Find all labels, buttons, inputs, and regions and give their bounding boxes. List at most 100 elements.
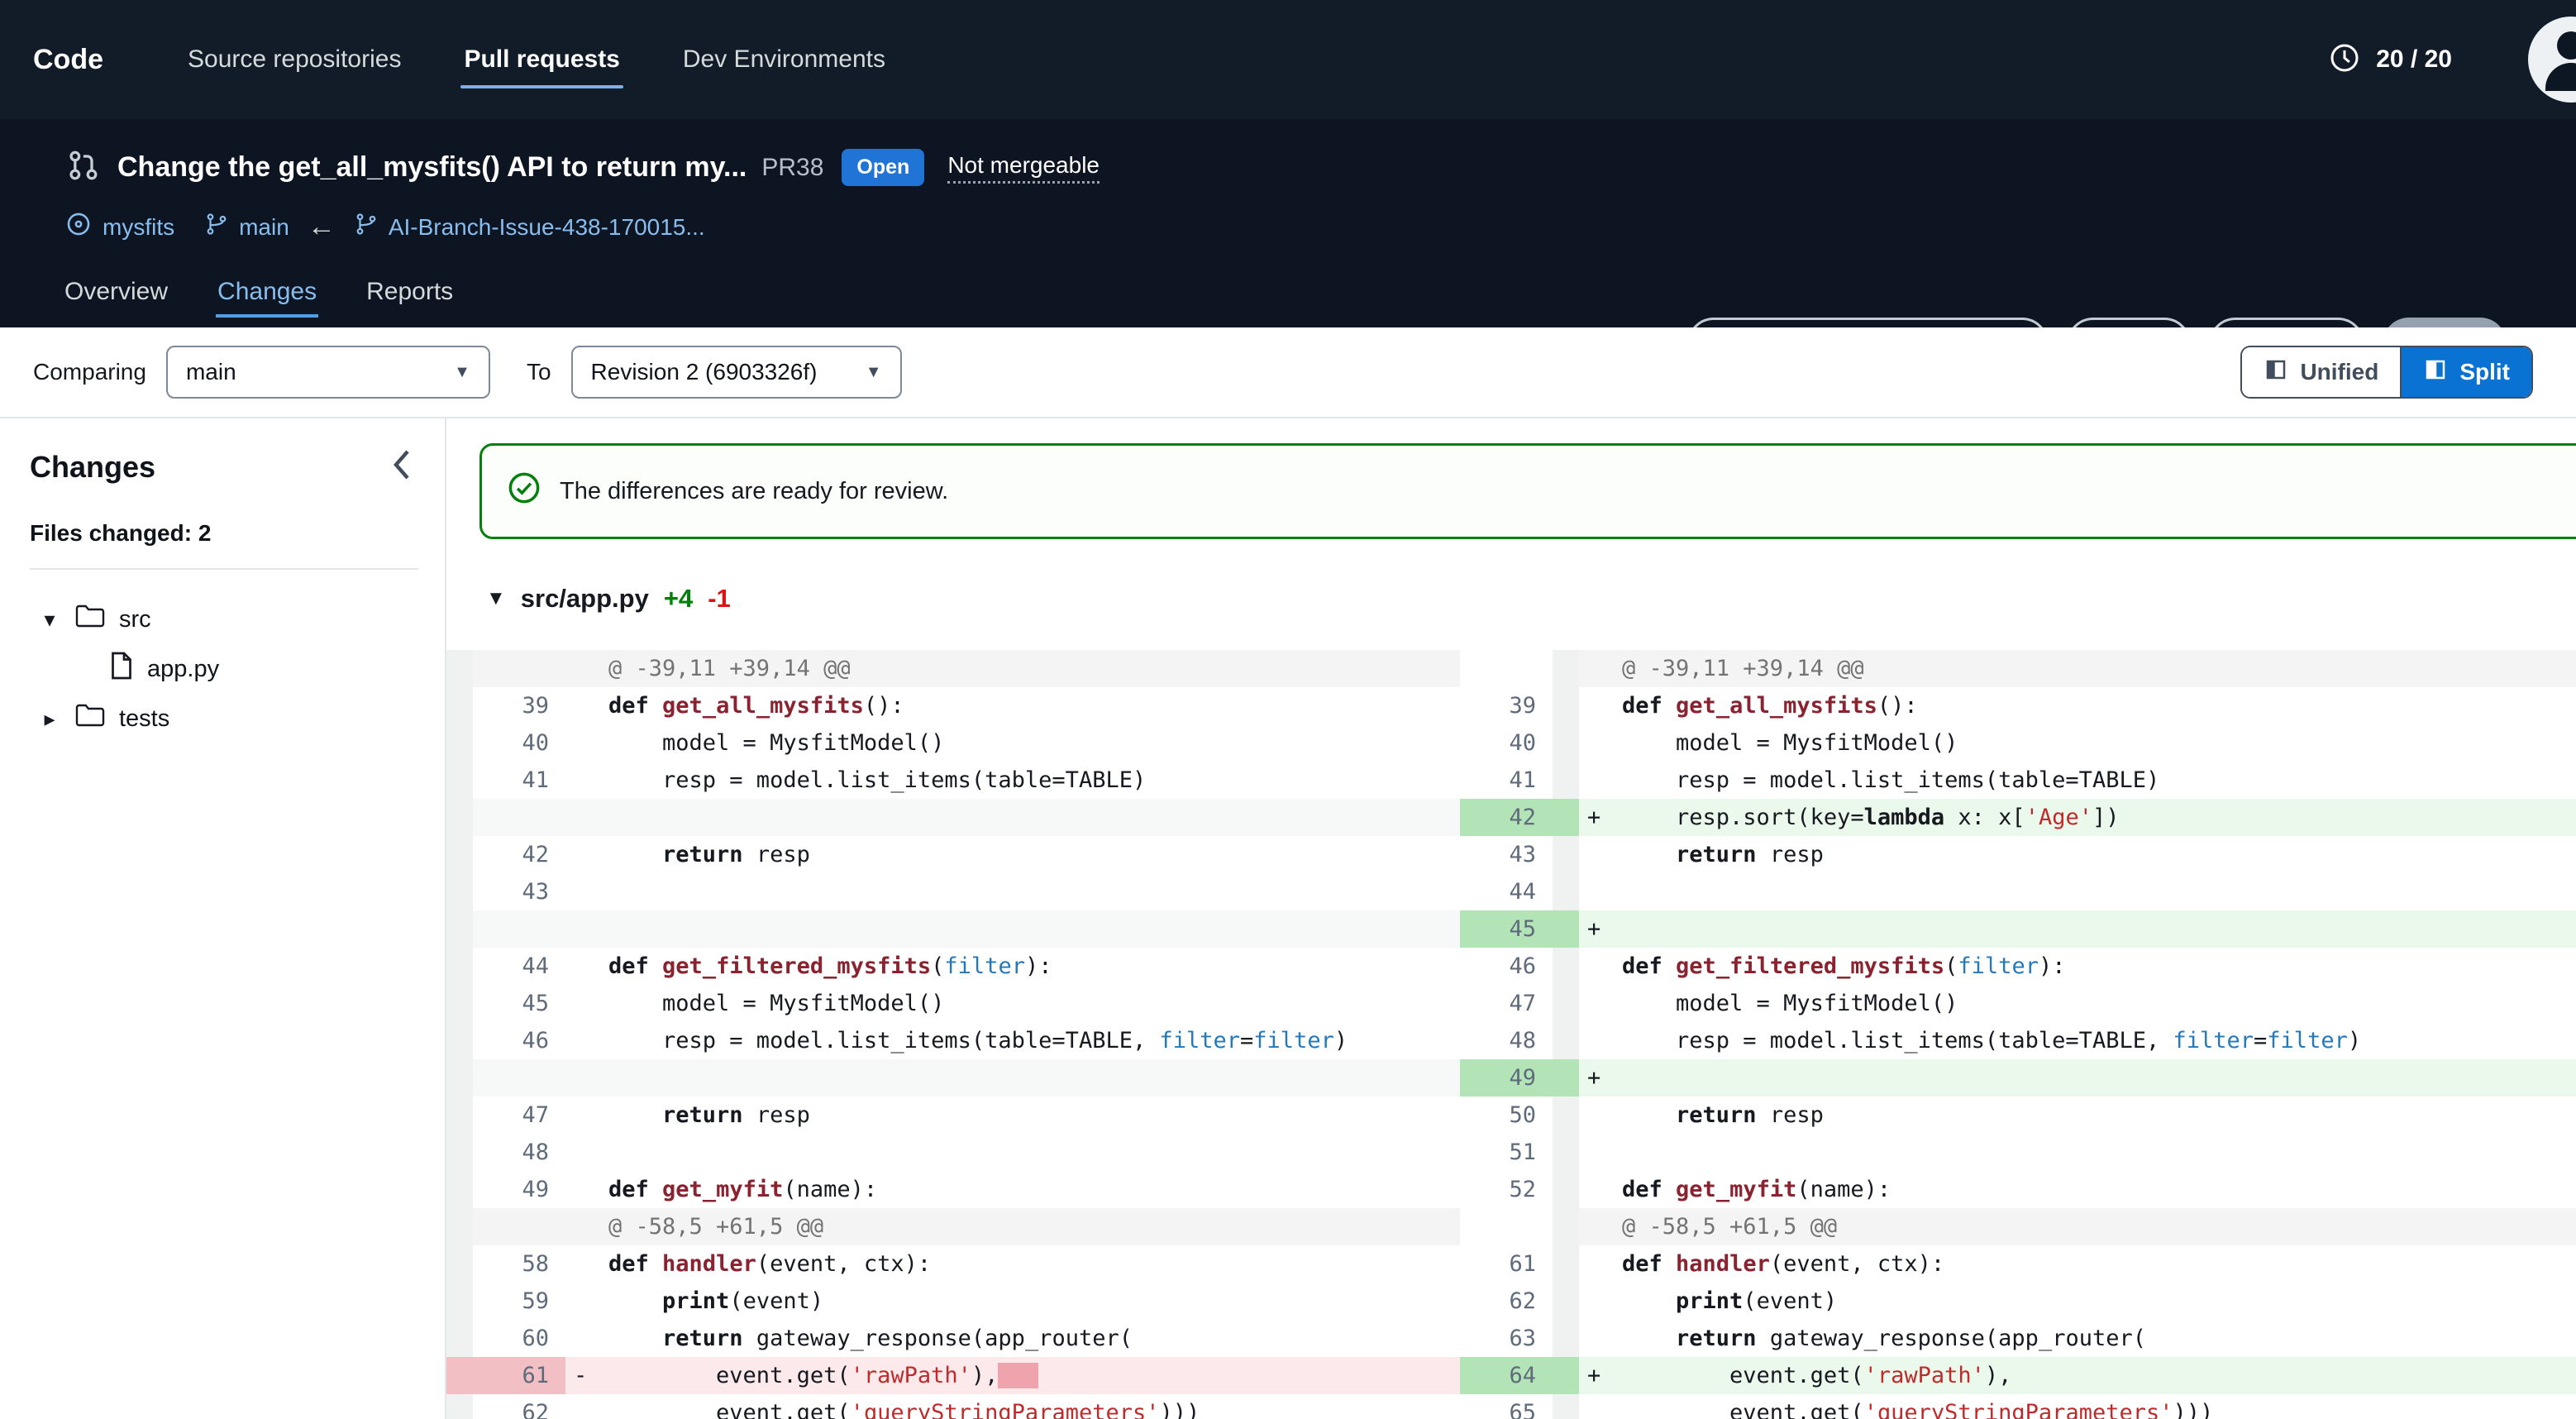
comment-gutter[interactable] — [446, 1394, 473, 1419]
comment-gutter[interactable] — [1553, 1283, 1579, 1320]
comment-gutter[interactable] — [1553, 1134, 1579, 1171]
comment-gutter[interactable] — [1553, 985, 1579, 1022]
source-branch-select[interactable]: main ▼ — [166, 346, 490, 399]
diff-code: event.get('queryStringParameters'))) — [1622, 1394, 2576, 1419]
collapse-file-icon[interactable]: ▼ — [486, 587, 506, 610]
comment-gutter[interactable] — [1553, 799, 1579, 836]
view-toggle-split[interactable]: Split — [2400, 347, 2531, 397]
line-number: 62 — [1460, 1283, 1553, 1320]
success-check-icon — [507, 471, 541, 512]
change-marker — [1579, 1320, 1622, 1357]
comment-gutter[interactable] — [446, 762, 473, 799]
comment-gutter[interactable] — [1553, 910, 1579, 948]
tree-item-label: app.py — [147, 656, 219, 683]
diff-row: 64+ event.get('rawPath'), — [1460, 1357, 2576, 1394]
comment-gutter[interactable] — [446, 836, 473, 873]
topnav-item[interactable]: Dev Environments — [668, 37, 900, 82]
comment-gutter[interactable] — [1553, 1357, 1579, 1394]
diff-row: 47 return resp — [446, 1096, 1460, 1134]
pr-tab-reports[interactable]: Reports — [365, 278, 455, 318]
destination-branch-link[interactable]: main — [239, 214, 289, 241]
view-toggle-label: Unified — [2300, 359, 2378, 385]
change-marker — [1579, 687, 1622, 724]
comment-gutter[interactable] — [446, 1245, 473, 1283]
comment-gutter[interactable] — [446, 1320, 473, 1357]
view-toggle-unified[interactable]: Unified — [2242, 347, 2400, 397]
branch-icon — [354, 212, 379, 242]
pr-tab-changes[interactable]: Changes — [216, 278, 318, 318]
comment-gutter[interactable] — [446, 948, 473, 985]
line-number: 48 — [473, 1134, 565, 1171]
line-number: 59 — [473, 1283, 565, 1320]
comment-gutter[interactable] — [1553, 762, 1579, 799]
mergeable-status[interactable]: Not mergeable — [947, 152, 1100, 184]
account-icon[interactable] — [2528, 17, 2576, 103]
diff-row: 58def handler(event, ctx): — [446, 1245, 1460, 1283]
diff-code: def handler(event, ctx): — [608, 1245, 1460, 1283]
comment-gutter[interactable] — [1553, 724, 1579, 762]
line-number: 49 — [1460, 1059, 1553, 1096]
pr-title-row: Change the get_all_mysfits() API to retu… — [64, 147, 1100, 188]
branch-icon — [204, 212, 229, 242]
tree-item-app-py[interactable]: app.py — [30, 644, 445, 694]
comment-gutter[interactable] — [446, 1208, 473, 1245]
comment-gutter[interactable] — [446, 873, 473, 910]
change-marker — [1579, 985, 1622, 1022]
repository-link[interactable]: mysfits — [103, 214, 174, 241]
diff-row: 40 model = MysfitModel() — [446, 724, 1460, 762]
diff-row: 65 event.get('queryStringParameters'))) — [1460, 1394, 2576, 1419]
tree-caret-icon[interactable]: ▾ — [38, 607, 61, 633]
tree-item-src[interactable]: ▾ src — [30, 595, 445, 644]
revision-select-value: Revision 2 (6903326f) — [591, 359, 818, 385]
diff-code: resp = model.list_items(table=TABLE) — [1622, 762, 2576, 799]
tree-item-tests[interactable]: ▸tests — [30, 694, 445, 743]
line-number: 61 — [473, 1357, 565, 1394]
comment-gutter[interactable] — [1553, 1245, 1579, 1283]
comment-gutter[interactable] — [1553, 948, 1579, 985]
comment-gutter[interactable] — [446, 1096, 473, 1134]
comment-gutter[interactable] — [1553, 687, 1579, 724]
comment-gutter[interactable] — [446, 650, 473, 687]
comment-gutter[interactable] — [1553, 650, 1579, 687]
comment-gutter[interactable] — [446, 985, 473, 1022]
comment-gutter[interactable] — [446, 1059, 473, 1096]
tree-item-label: src — [119, 606, 151, 633]
comment-gutter[interactable] — [446, 799, 473, 836]
line-number: 41 — [473, 762, 565, 799]
diff-code: model = MysfitModel() — [1622, 985, 2576, 1022]
comment-gutter[interactable] — [446, 724, 473, 762]
collapse-sidebar-button[interactable] — [390, 448, 412, 485]
comment-gutter[interactable] — [446, 1283, 473, 1320]
line-number: 60 — [473, 1320, 565, 1357]
comment-gutter[interactable] — [446, 1022, 473, 1059]
comment-gutter[interactable] — [446, 1134, 473, 1171]
revision-select[interactable]: Revision 2 (6903326f) ▼ — [571, 346, 902, 399]
diff-row: 50 return resp — [1460, 1096, 2576, 1134]
comment-gutter[interactable] — [446, 910, 473, 948]
source-branch-link[interactable]: AI-Branch-Issue-438-170015... — [389, 214, 705, 241]
comment-gutter[interactable] — [1553, 873, 1579, 910]
diff-code — [1622, 910, 2576, 948]
comment-gutter[interactable] — [1553, 1320, 1579, 1357]
diff-row: 42 return resp — [446, 836, 1460, 873]
comment-gutter[interactable] — [1553, 1059, 1579, 1096]
line-number: 46 — [473, 1022, 565, 1059]
banner-text: The differences are ready for review. — [560, 478, 948, 505]
comment-gutter[interactable] — [446, 687, 473, 724]
topnav-item[interactable]: Source repositories — [173, 37, 416, 82]
deletions-count: -1 — [708, 584, 731, 614]
status-badge: Open — [842, 149, 924, 186]
tree-caret-icon[interactable]: ▸ — [38, 706, 61, 732]
comment-gutter[interactable] — [1553, 1022, 1579, 1059]
topnav-item[interactable]: Pull requests — [449, 37, 634, 82]
comment-gutter[interactable] — [1553, 836, 1579, 873]
comment-gutter[interactable] — [446, 1171, 473, 1208]
line-number: 44 — [1460, 873, 1553, 910]
comment-gutter[interactable] — [1553, 1171, 1579, 1208]
comment-gutter[interactable] — [1553, 1394, 1579, 1419]
comment-gutter[interactable] — [446, 1357, 473, 1394]
pr-tab-overview[interactable]: Overview — [63, 278, 169, 318]
review-ready-banner: The differences are ready for review. — [479, 443, 2576, 539]
comment-gutter[interactable] — [1553, 1096, 1579, 1134]
comment-gutter[interactable] — [1553, 1208, 1579, 1245]
